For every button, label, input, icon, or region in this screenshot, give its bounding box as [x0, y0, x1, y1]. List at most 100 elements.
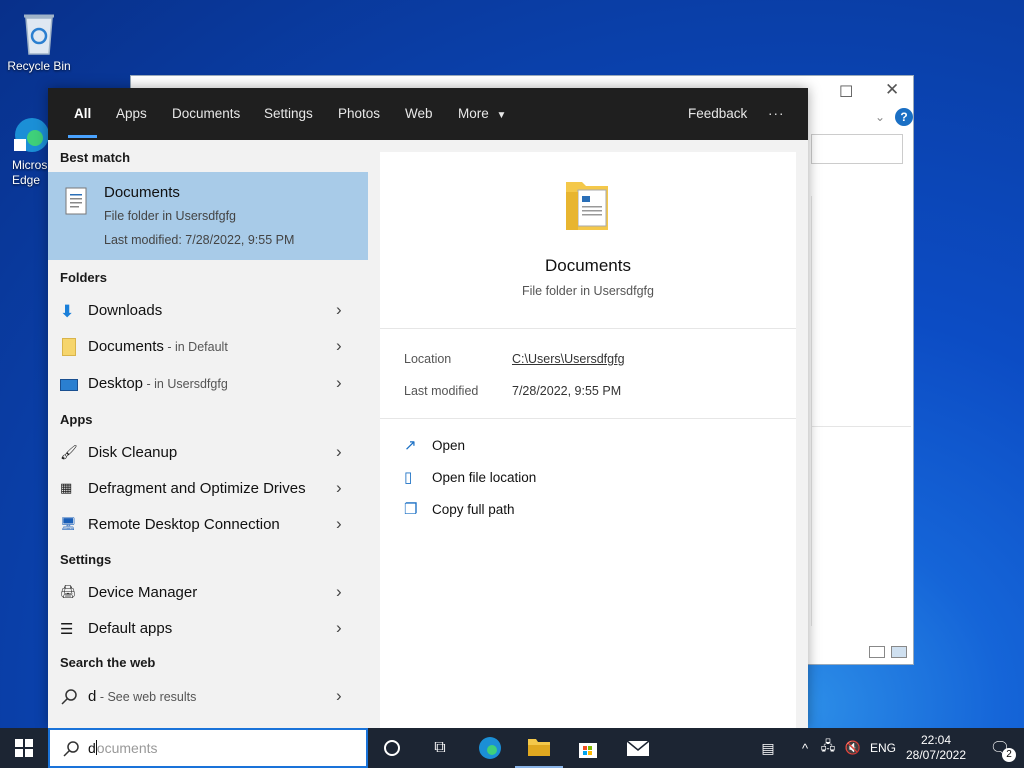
tab-apps[interactable]: Apps — [114, 88, 149, 140]
tab-more-label: More — [458, 106, 489, 121]
chevron-down-icon[interactable]: ⌄ — [875, 110, 885, 124]
store-icon — [579, 743, 597, 758]
location-link[interactable]: C:\Users\Usersdfgfg — [512, 352, 625, 366]
best-match-title: Documents — [104, 184, 180, 201]
more-options-button[interactable]: ··· — [766, 88, 787, 140]
volume-button[interactable]: 🔇 — [840, 728, 866, 768]
start-button[interactable] — [0, 728, 48, 768]
close-icon[interactable]: ✕ — [885, 80, 899, 100]
clock-date: 28/07/2022 — [905, 748, 967, 762]
settings-item-default-apps[interactable]: ☰ Default apps › — [48, 612, 368, 646]
notification-badge: 2 — [1002, 748, 1016, 762]
news-interests-button[interactable]: ▤ — [748, 728, 788, 768]
cortana-circle-icon — [384, 740, 400, 756]
action-center-button[interactable]: 🗨 2 — [976, 728, 1024, 768]
best-match-header: Best match — [60, 150, 131, 165]
windows-logo-icon — [15, 739, 33, 757]
app-item-disk-cleanup[interactable]: 🖌 Disk Cleanup › — [48, 436, 368, 470]
explorer-divider — [811, 196, 812, 626]
network-icon: 🖧 — [820, 738, 836, 753]
recycle-bin-desktop-icon[interactable]: Recycle Bin — [1, 8, 77, 73]
search-web-header: Search the web — [60, 655, 156, 670]
best-match-type: File folder in Usersdfgfg — [104, 209, 237, 223]
feedback-button[interactable]: Feedback — [686, 88, 749, 140]
chevron-right-icon[interactable]: › — [336, 442, 342, 462]
clock-time: 22:04 — [920, 733, 952, 747]
chevron-right-icon[interactable]: › — [336, 514, 342, 534]
recycle-bin-label: Recycle Bin — [7, 59, 71, 73]
modified-value: 7/28/2022, 9:55 PM — [512, 384, 622, 398]
tab-documents[interactable]: Documents — [170, 88, 242, 140]
details-view-icon[interactable] — [869, 646, 885, 658]
tab-more[interactable]: More ▼ — [456, 88, 508, 140]
apps-header: Apps — [60, 412, 93, 427]
web-search-item[interactable]: d - See web results › — [48, 680, 368, 714]
tab-all[interactable]: All — [67, 88, 98, 140]
settings-item-device-manager[interactable]: 🖨 Device Manager › — [48, 576, 368, 610]
download-arrow-icon: ⬇ — [60, 302, 75, 321]
folder-label: Documents — [88, 338, 164, 355]
task-view-button[interactable]: ⧉ — [416, 728, 464, 768]
preview-pane: Documents File folder in Usersdfgfg Loca… — [380, 152, 796, 728]
folders-header: Folders — [60, 270, 107, 285]
folder-item-desktop[interactable]: Desktop - in Usersdfgfg › — [48, 367, 368, 401]
store-taskbar-button[interactable] — [564, 728, 612, 768]
app-item-defragment[interactable]: ▦ Defragment and Optimize Drives › — [48, 472, 368, 506]
volume-muted-icon: 🔇 — [844, 740, 862, 755]
edge-label: Micros Edge — [12, 158, 48, 187]
tab-settings[interactable]: Settings — [262, 88, 315, 140]
chevron-right-icon[interactable]: › — [336, 373, 342, 393]
open-external-icon: ↗ — [404, 437, 417, 454]
edge-icon — [14, 118, 48, 152]
location-label: Location — [404, 352, 452, 366]
preview-type: File folder in Usersdfgfg — [521, 284, 654, 298]
folder-item-downloads[interactable]: ⬇ Downloads › — [48, 294, 368, 328]
preview-title: Documents — [545, 256, 631, 275]
edge-desktop-icon[interactable]: Micros Edge — [0, 115, 48, 188]
search-query[interactable]: documents — [88, 740, 158, 756]
settings-label: Device Manager — [88, 584, 198, 601]
chevron-right-icon[interactable]: › — [336, 478, 342, 498]
taskbar-search-box[interactable]: documents — [48, 728, 368, 768]
file-explorer-taskbar-button[interactable] — [515, 728, 563, 768]
search-icon — [61, 689, 77, 705]
tab-web[interactable]: Web — [403, 88, 435, 140]
settings-header: Settings — [60, 552, 112, 567]
network-button[interactable]: 🖧 — [816, 728, 840, 768]
app-item-remote-desktop[interactable]: 🖥 Remote Desktop Connection › — [48, 508, 368, 542]
chevron-right-icon[interactable]: › — [336, 300, 342, 320]
folder-icon — [528, 739, 550, 756]
mail-taskbar-button[interactable] — [614, 728, 662, 768]
chevron-right-icon[interactable]: › — [336, 336, 342, 356]
input-language-button[interactable]: ENG — [866, 728, 900, 768]
folder-item-documents[interactable]: Documents - in Default › — [48, 330, 368, 364]
maximize-icon[interactable]: ☐ — [839, 82, 853, 102]
folder-sub: - in Usersdfgfg — [143, 377, 228, 391]
task-view-icon: ⧉ — [434, 739, 446, 756]
search-filter-bar: All Apps Documents Settings Photos Web M… — [48, 88, 808, 140]
tab-photos[interactable]: Photos — [336, 88, 382, 140]
help-icon[interactable]: ? — [895, 108, 913, 126]
edge-icon — [479, 737, 501, 759]
action-label: Open — [432, 438, 466, 453]
explorer-search-field[interactable] — [811, 134, 903, 164]
app-label: Defragment and Optimize Drives — [88, 480, 306, 497]
divider — [380, 328, 796, 329]
clock-button[interactable]: 22:04 28/07/2022 — [902, 728, 970, 768]
edge-taskbar-button[interactable] — [466, 728, 514, 768]
app-label: Remote Desktop Connection — [88, 516, 280, 533]
search-icon — [63, 741, 79, 757]
show-hidden-icons-button[interactable]: ^ — [794, 728, 816, 768]
search-typed-text: d — [88, 740, 96, 756]
settings-label: Default apps — [88, 620, 173, 637]
chevron-right-icon[interactable]: › — [336, 618, 342, 638]
chevron-right-icon[interactable]: › — [336, 686, 342, 706]
chevron-right-icon[interactable]: › — [336, 582, 342, 602]
results-list: Best match Documents File folder in User… — [48, 140, 368, 728]
device-manager-icon: 🖨 — [60, 584, 77, 599]
cortana-button[interactable] — [368, 728, 416, 768]
chevron-up-icon: ^ — [801, 740, 809, 756]
best-match-modified: Last modified: 7/28/2022, 9:55 PM — [104, 233, 295, 247]
best-match-result[interactable]: Documents File folder in Usersdfgfg Last… — [48, 172, 368, 260]
large-icons-view-icon[interactable] — [891, 646, 907, 658]
